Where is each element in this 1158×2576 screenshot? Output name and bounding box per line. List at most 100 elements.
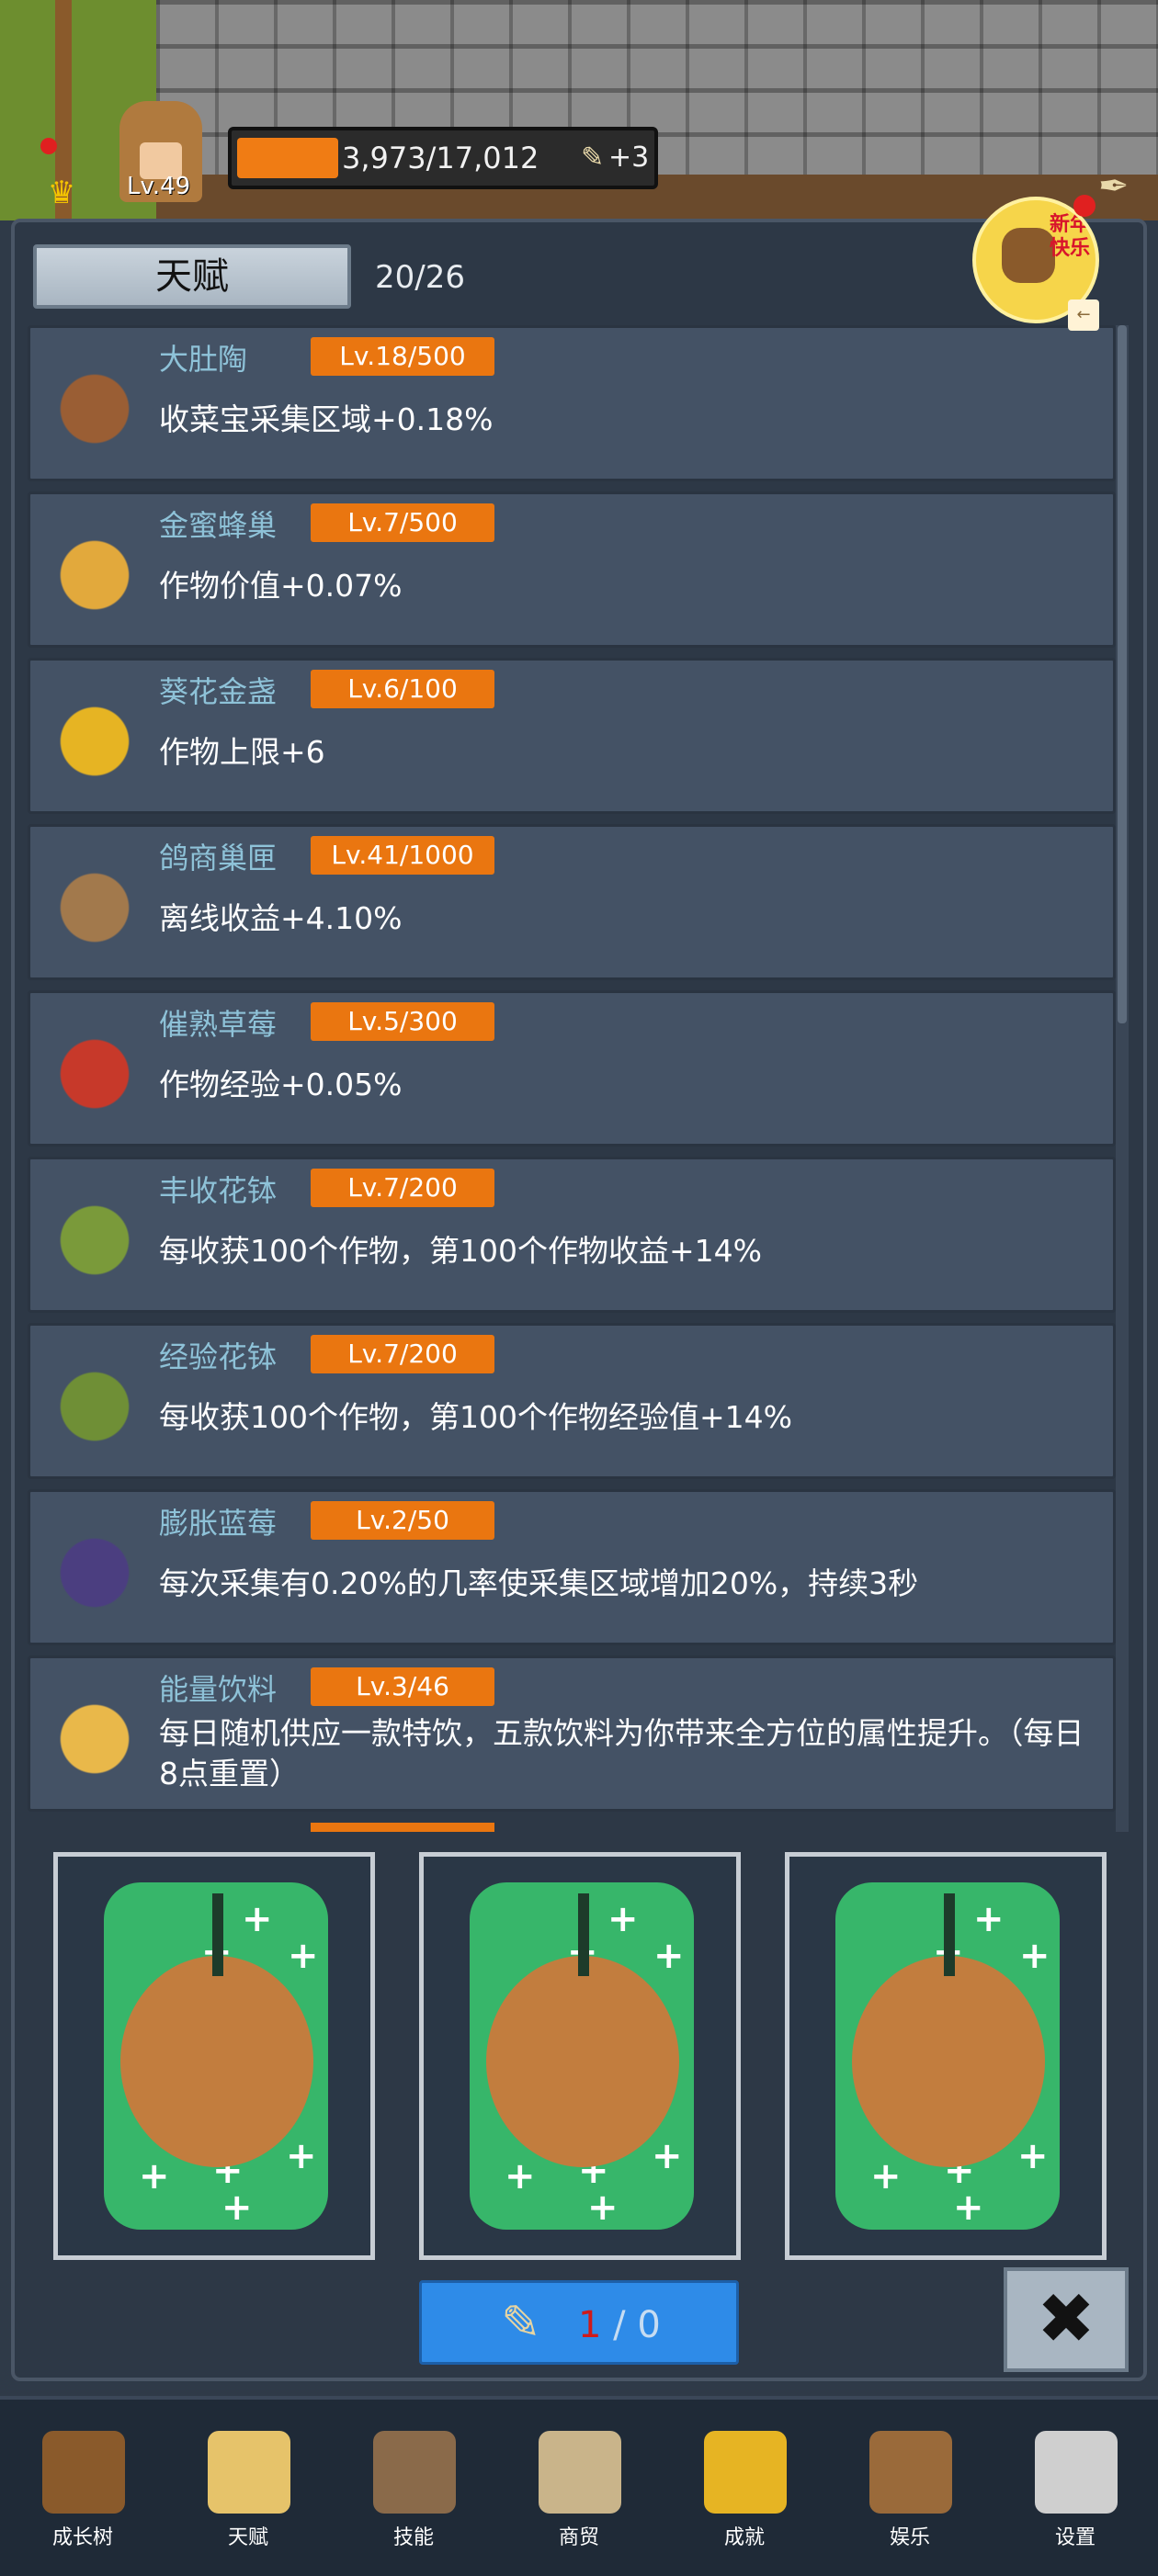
nav-label: 商贸 — [558, 2526, 599, 2549]
feather-icon[interactable]: ✒ — [1098, 165, 1144, 220]
card-back[interactable]: ++++++++++++ — [419, 1852, 741, 2260]
talent-name: 膨胀蓝莓 — [159, 1506, 278, 1541]
card-back[interactable]: ++++++++++++ — [53, 1852, 375, 2260]
talent-item[interactable]: 催熟草莓 Lv.5/300 作物经验+0.05% — [28, 990, 1116, 1147]
xp-bar-fill — [237, 138, 338, 178]
talent-level-badge: Lv.18/500 — [311, 337, 494, 376]
talent-item[interactable]: 鸽商巢匣 Lv.41/1000 离线收益+4.10% — [28, 824, 1116, 980]
talent-list[interactable]: 大肚陶 Lv.18/500 收菜宝采集区域+0.18% 金蜜蜂巢 Lv.7/500 作物价… — [28, 325, 1116, 1832]
honeycomb-icon — [43, 514, 146, 625]
talent-level-badge: Lv.5/300 — [311, 1002, 494, 1041]
talent-description: 每收获100个作物，第100个作物收益+14% — [159, 1233, 762, 1269]
xp-bar: 3,973/17,012 ✎ +3 — [228, 127, 658, 189]
plus-icon: + — [973, 1898, 1005, 1940]
talent-item[interactable]: 金蜜蜂巢 Lv.7/500 作物价值+0.07% — [28, 491, 1116, 648]
scrollbar-thumb[interactable] — [1118, 325, 1127, 1023]
panel-title: 天赋 — [33, 244, 351, 309]
nav-label: 成长树 — [51, 2526, 113, 2549]
talent-name: 鸽商巢匣 — [159, 841, 278, 876]
talent-level-badge: Lv.3/46 — [311, 1667, 494, 1706]
nav-item[interactable]: 设置 — [993, 2400, 1158, 2576]
player-level: Lv.49 — [127, 173, 191, 200]
book-icon — [42, 2431, 125, 2514]
next-level-badge-partial — [311, 1823, 494, 1832]
talent-description: 作物价值+0.07% — [159, 568, 403, 604]
scroll-bonus: +3 — [608, 141, 650, 174]
nav-label: 天赋 — [227, 2526, 268, 2549]
talent-level-badge: Lv.41/1000 — [311, 836, 494, 875]
plus-icon: + — [953, 2186, 984, 2229]
plus-icon: + — [1019, 1935, 1050, 1977]
talent-description: 离线收益+4.10% — [159, 900, 403, 936]
nav-item[interactable]: 娱乐 — [827, 2400, 993, 2576]
plus-icon: + — [221, 2186, 253, 2229]
flag-icon — [869, 2431, 952, 2514]
card-back[interactable]: ++++++++++++ — [785, 1852, 1107, 2260]
birdhouse-icon — [43, 847, 146, 957]
sunflower-icon — [43, 681, 146, 791]
jar-icon — [43, 348, 146, 458]
plus-icon: + — [242, 1898, 273, 1940]
stem-icon — [944, 1893, 955, 1976]
map-icon — [539, 2431, 621, 2514]
talent-item[interactable]: 葵花金盏 Lv.6/100 作物上限+6 — [28, 658, 1116, 814]
talent-description: 收菜宝采集区域+0.18% — [159, 401, 494, 437]
blueberry-icon — [43, 1512, 146, 1622]
plus-icon: + — [587, 2186, 619, 2229]
scroll-icon: ✎ — [501, 2296, 541, 2351]
talent-count: 20/26 — [375, 259, 465, 296]
roll-button[interactable]: ✎ 1 / 0 — [419, 2280, 739, 2365]
talent-item[interactable]: 大肚陶 Lv.18/500 收菜宝采集区域+0.18% — [28, 325, 1116, 481]
fruit-icon — [852, 1956, 1045, 2167]
talent-item[interactable]: 丰收花钵 Lv.7/200 每收获100个作物，第100个作物收益+14% — [28, 1157, 1116, 1313]
bottom-nav: 成长树 天赋 技能 商贸 成就 娱乐 设置 — [0, 2396, 1158, 2576]
xp-text: 3,973/17,012 — [342, 141, 539, 175]
talent-description: 每收获100个作物，第100个作物经验值+14% — [159, 1399, 792, 1435]
nav-item[interactable]: 成长树 — [0, 2400, 165, 2576]
plus-icon: + — [288, 1935, 319, 1977]
plus-icon: + — [1017, 2135, 1049, 2177]
talent-description: 作物经验+0.05% — [159, 1067, 403, 1102]
talent-item[interactable]: 能量饮料 Lv.3/46 每日随机供应一款特饮，五款饮料为你带来全方位的属性提升。（… — [28, 1655, 1116, 1812]
notification-dot — [40, 138, 57, 154]
plus-icon: + — [652, 2135, 683, 2177]
scroll-icon — [208, 2431, 290, 2514]
plant-pot-icon — [43, 1180, 146, 1290]
talent-level-badge: Lv.6/100 — [311, 670, 494, 708]
key-icon — [704, 2431, 787, 2514]
nav-item[interactable]: 成就 — [662, 2400, 827, 2576]
event-collapse-icon[interactable]: ← — [1068, 299, 1099, 331]
talent-name: 大肚陶 — [159, 342, 248, 377]
nav-label: 技能 — [392, 2526, 434, 2549]
plus-icon: + — [870, 2155, 902, 2198]
nav-label: 娱乐 — [889, 2526, 930, 2549]
talent-item[interactable]: 膨胀蓝莓 Lv.2/50 每次采集有0.20%的几率使采集区域增加20%，持续3秒 — [28, 1489, 1116, 1645]
talent-name: 催熟草莓 — [159, 1007, 278, 1042]
stem-icon — [578, 1893, 589, 1976]
fruit-icon — [486, 1956, 679, 2167]
roll-count: 1 / 0 — [578, 2298, 661, 2353]
nav-label: 设置 — [1054, 2526, 1096, 2549]
talent-description: 每次采集有0.20%的几率使采集区域增加20%，持续3秒 — [159, 1565, 919, 1601]
talent-description: 每日随机供应一款特饮，五款饮料为你带来全方位的属性提升。（每日8点重置） — [159, 1715, 1084, 1791]
talent-item[interactable]: 经验花钵 Lv.7/200 每收获100个作物，第100个作物经验值+14% — [28, 1323, 1116, 1479]
sword-icon — [373, 2431, 456, 2514]
close-button[interactable]: ✖ — [1004, 2267, 1129, 2372]
nav-item[interactable]: 商贸 — [496, 2400, 662, 2576]
talent-level-badge: Lv.7/500 — [311, 503, 494, 542]
talent-name: 葵花金盏 — [159, 674, 278, 709]
plus-icon: + — [139, 2155, 170, 2198]
drink-icon — [43, 1678, 146, 1789]
nav-label: 成就 — [723, 2526, 765, 2549]
talent-name: 金蜜蜂巢 — [159, 508, 278, 543]
roll-separator: / — [601, 2304, 638, 2346]
nav-item[interactable]: 技能 — [331, 2400, 496, 2576]
stem-icon — [212, 1893, 223, 1976]
roll-used: 1 — [578, 2304, 602, 2346]
nav-item[interactable]: 天赋 — [165, 2400, 331, 2576]
talent-description: 作物上限+6 — [159, 734, 325, 770]
character-icon — [1002, 228, 1055, 283]
plus-icon: + — [286, 2135, 317, 2177]
strawberry-icon — [43, 1013, 146, 1124]
talent-level-badge: Lv.2/50 — [311, 1501, 494, 1540]
